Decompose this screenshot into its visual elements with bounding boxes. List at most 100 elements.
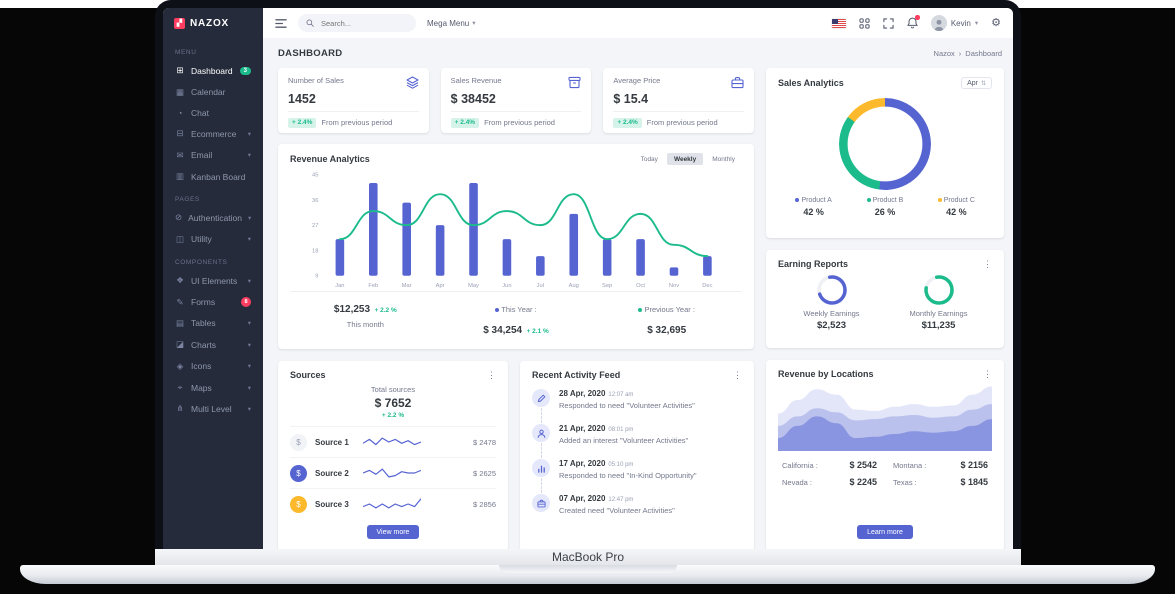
sidebar-item-authentication[interactable]: ⊘ Authentication ▾ — [163, 207, 263, 228]
svg-text:9: 9 — [315, 274, 318, 280]
kebab-menu-icon[interactable]: ⋮ — [733, 371, 742, 380]
search-input[interactable] — [319, 18, 401, 29]
chevron-down-icon: ▾ — [248, 235, 251, 243]
total-sources-label: Total sources — [290, 385, 496, 394]
gear-icon[interactable]: ⚙ — [991, 18, 1001, 29]
sidebar-item-label: Kanban Board — [191, 172, 245, 182]
kebab-menu-icon[interactable]: ⋮ — [487, 371, 496, 380]
activity-item: 21 Apr, 202008:01 pm Added an interest "… — [532, 424, 742, 459]
user-name: Kevin — [951, 19, 971, 28]
sidebar-item-ui-elements[interactable]: ❖ UI Elements ▾ — [163, 270, 263, 291]
prev-year-label: Previous Year : — [638, 305, 694, 314]
chevron-down-icon: ▾ — [248, 362, 251, 370]
sidebar-item-chat[interactable]: ◔ Chat — [163, 103, 263, 123]
source-sparkline — [363, 496, 421, 512]
avatar — [931, 15, 947, 31]
svg-text:Mar: Mar — [402, 283, 412, 289]
sidebar-item-calendar[interactable]: ▦ Calendar — [163, 81, 263, 102]
sidebar-item-charts[interactable]: ◪ Charts ▾ — [163, 334, 263, 355]
revenue-by-locations-card: Revenue by Locations ⋮ California : $ 25… — [766, 360, 1004, 549]
card-title: Revenue Analytics — [290, 154, 370, 164]
kebab-menu-icon[interactable]: ⋮ — [983, 260, 992, 269]
toggle-today[interactable]: Today — [634, 153, 665, 165]
source-row[interactable]: $ Source 3 $ 2856 — [290, 488, 496, 519]
sidebar-item-email[interactable]: ✉ Email ▾ — [163, 145, 263, 166]
svg-text:Oct: Oct — [636, 283, 645, 289]
stat-note: From previous period — [647, 118, 718, 127]
view-more-button[interactable]: View more — [367, 525, 420, 539]
sidebar-item-label: Calendar — [191, 87, 226, 97]
toggle-weekly[interactable]: Weekly — [667, 153, 703, 165]
legend-item: Product C — [921, 197, 992, 204]
month-label: This month — [290, 320, 441, 329]
select-arrows-icon: ⇅ — [981, 80, 986, 87]
source-3-icon: $ — [290, 496, 307, 513]
location-stat: California : $ 2542 — [782, 460, 877, 470]
fullscreen-icon[interactable] — [883, 18, 894, 29]
mega-menu[interactable]: Mega Menu ▾ — [427, 19, 476, 28]
store-icon — [568, 76, 581, 89]
sidebar-item-multi-level[interactable]: ⋔ Multi Level ▾ — [163, 398, 263, 419]
sidebar-item-utility[interactable]: ◫ Utility ▾ — [163, 229, 263, 250]
bar-chart-icon — [532, 459, 550, 477]
sidebar-item-label: Ecommerce — [191, 129, 236, 139]
kebab-menu-icon[interactable]: ⋮ — [983, 370, 992, 379]
sidebar-item-label: Tables — [191, 318, 216, 328]
learn-more-button[interactable]: Learn more — [857, 525, 913, 539]
page-head: DASHBOARD Nazox › Dashboard — [278, 46, 1002, 61]
earning-reports-card: Earning Reports ⋮ Weekly Earnings $2,523 — [766, 250, 1004, 348]
language-flag-icon[interactable] — [832, 19, 846, 28]
location-stat: Montana : $ 2156 — [893, 460, 988, 470]
nav-section-pages: PAGES — [163, 187, 263, 207]
sidebar-item-dashboard[interactable]: ⊞ Dashboard 3 — [163, 60, 263, 81]
revenue-analytics-chart: 453627189JanFebMarAprMayJunJulAugSepOctN… — [290, 165, 742, 291]
source-row[interactable]: $ Source 2 $ 2625 — [290, 457, 496, 488]
hamburger-menu-icon[interactable] — [275, 18, 287, 29]
total-sources-value: $ 7652 — [290, 396, 496, 410]
period-select-value: Apr — [967, 80, 978, 87]
apps-grid-icon[interactable] — [859, 18, 870, 29]
brand-logo[interactable]: ▞ NAZOX — [163, 8, 263, 38]
card-title: Earning Reports — [778, 259, 848, 269]
sidebar-item-icons[interactable]: ◈ Icons ▾ — [163, 356, 263, 377]
sidebar-item-ecommerce[interactable]: ⊟ Ecommerce ▾ — [163, 123, 263, 144]
sidebar-item-label: Dashboard — [191, 66, 233, 76]
source-row[interactable]: $ Source 1 $ 2478 — [290, 426, 496, 457]
stat-note: From previous period — [484, 118, 555, 127]
earnings-value: $2,523 — [817, 320, 846, 331]
sidebar-item-forms[interactable]: ✎ Forms 8 — [163, 291, 263, 312]
device-label: MacBook Pro — [552, 550, 624, 564]
macbook-chin: MacBook Pro — [155, 549, 1021, 565]
user-menu[interactable]: Kevin ▾ — [931, 15, 978, 31]
svg-text:27: 27 — [312, 223, 318, 229]
notifications-bell-icon[interactable] — [907, 17, 918, 29]
chevron-down-icon: ▾ — [248, 384, 251, 392]
sidebar-item-label: Icons — [191, 361, 211, 371]
page-content: DASHBOARD Nazox › Dashboard — [263, 38, 1013, 549]
sidebar-item-kanban-board[interactable]: ▥ Kanban Board — [163, 166, 263, 187]
breadcrumb-home[interactable]: Nazox — [934, 49, 955, 58]
monthly-earnings: Monthly Earnings $11,235 — [885, 274, 992, 331]
stat-card-average-price: Average Price $ 15.4 + 2.4% From previo — [603, 68, 754, 133]
recent-activity-card: Recent Activity Feed ⋮ — [520, 361, 754, 549]
sidebar: ▞ NAZOX MENU ⊞ Dashboard 3 ▦ Calendar — [163, 8, 263, 549]
legend-item: Product B — [849, 197, 920, 204]
search-icon — [306, 19, 314, 27]
source-name: Source 1 — [315, 438, 355, 447]
legend-dot — [867, 198, 871, 202]
source-name: Source 2 — [315, 469, 355, 478]
earnings-label: Monthly Earnings — [910, 309, 968, 318]
mega-menu-label: Mega Menu — [427, 19, 469, 28]
left-column: Number of Sales 1452 + 2.4% From previo — [278, 68, 754, 549]
source-amount: $ 2625 — [473, 469, 496, 478]
period-select[interactable]: Apr ⇅ — [961, 77, 992, 89]
chat-icon: ◔ — [175, 108, 185, 118]
svg-text:36: 36 — [312, 198, 318, 204]
sidebar-item-maps[interactable]: ⌖ Maps ▾ — [163, 377, 263, 398]
toggle-monthly[interactable]: Monthly — [705, 153, 742, 165]
macbook-screen-bezel: ▞ NAZOX MENU ⊞ Dashboard 3 ▦ Calendar — [155, 0, 1021, 549]
sidebar-item-tables[interactable]: ▤ Tables ▾ — [163, 313, 263, 334]
svg-text:Aug: Aug — [569, 283, 579, 289]
weekly-earnings: Weekly Earnings $2,523 — [778, 274, 885, 331]
activity-item: 17 Apr, 202005:10 pm Responded to need "… — [532, 459, 742, 494]
